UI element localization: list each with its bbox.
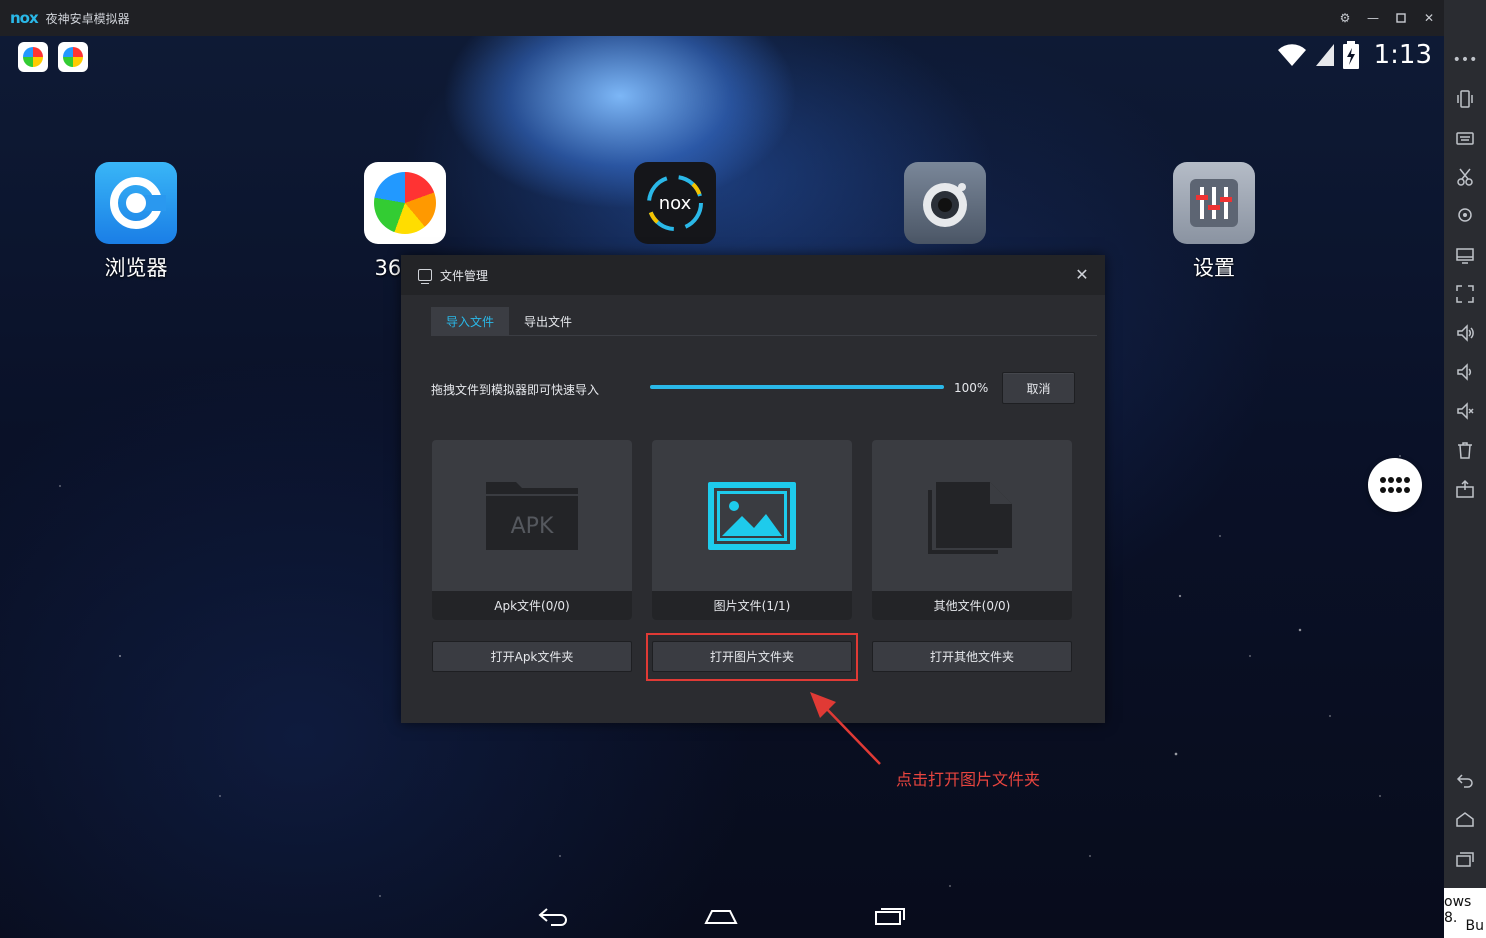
notification-360-icon[interactable] <box>58 42 88 72</box>
open-apk-folder-button[interactable]: 打开Apk文件夹 <box>432 641 632 672</box>
dialog-tabs: 导入文件 导出文件 <box>431 307 587 335</box>
app-label: 设置 <box>1193 256 1235 280</box>
image-icon <box>652 440 852 591</box>
image-files-card[interactable]: 图片文件(1/1) <box>652 440 852 620</box>
card-label: Apk文件(0/0) <box>432 591 632 620</box>
back-icon[interactable] <box>1452 768 1478 794</box>
signal-icon <box>1315 44 1334 66</box>
360-store-icon <box>364 162 446 244</box>
notification-icons <box>18 42 88 72</box>
open-other-folder-button[interactable]: 打开其他文件夹 <box>872 641 1072 672</box>
back-nav-icon[interactable] <box>533 902 573 930</box>
keyboard-icon[interactable] <box>1452 125 1478 151</box>
card-label: 图片文件(1/1) <box>652 591 852 620</box>
apk-files-card[interactable]: APK Apk文件(0/0) <box>432 440 632 620</box>
tab-export[interactable]: 导出文件 <box>509 307 587 335</box>
window-title: 夜神安卓模拟器 <box>45 11 130 26</box>
emulator-window: nox 夜神安卓模拟器 ⚙ — ✕ 1:13 浏览器 nox 设置 ••• ow… <box>0 0 1486 938</box>
notification-360-icon[interactable] <box>18 42 48 72</box>
dots-menu-icon <box>1380 477 1410 493</box>
drag-hint-text: 拖拽文件到模拟器即可快速导入 <box>431 383 600 397</box>
app-label: 浏览器 <box>104 256 168 280</box>
app-nox[interactable]: nox <box>625 162 725 252</box>
volume-up-icon[interactable] <box>1452 320 1478 346</box>
trash-icon[interactable] <box>1452 437 1478 463</box>
more-options-icon[interactable]: ••• <box>1444 48 1486 72</box>
android-nav-bar <box>0 894 1444 938</box>
annotation-text: 点击打开图片文件夹 <box>896 770 1041 789</box>
app-browser[interactable]: 浏览器 <box>86 162 186 282</box>
mute-icon[interactable] <box>1452 398 1478 424</box>
shake-icon[interactable] <box>1452 86 1478 112</box>
window-controls: ⚙ — ✕ <box>1338 0 1436 36</box>
location-icon[interactable] <box>1452 203 1478 229</box>
floating-menu-button[interactable] <box>1368 458 1422 512</box>
cancel-button[interactable]: 取消 <box>1002 372 1075 404</box>
card-label: 其他文件(0/0) <box>872 591 1072 620</box>
close-window-icon[interactable]: ✕ <box>1422 11 1436 25</box>
tab-divider <box>431 335 1097 336</box>
tool-sidebar: ••• <box>1444 0 1486 938</box>
volume-down-icon[interactable] <box>1452 359 1478 385</box>
svg-text:nox: nox <box>659 193 692 214</box>
scissors-icon[interactable] <box>1452 164 1478 190</box>
app-settings[interactable]: 设置 <box>1164 162 1264 282</box>
recent-apps-nav-icon[interactable] <box>870 902 910 930</box>
settings-app-icon <box>1173 162 1255 244</box>
taskbar-text: Bu <box>1465 918 1484 934</box>
home-nav-icon[interactable] <box>701 902 741 930</box>
clock: 1:13 <box>1373 40 1432 70</box>
battery-charging-icon <box>1342 41 1359 69</box>
apk-folder-icon: APK <box>432 440 632 591</box>
browser-icon <box>95 162 177 244</box>
camera-icon <box>904 162 986 244</box>
fullscreen-icon[interactable] <box>1452 281 1478 307</box>
other-files-card[interactable]: 其他文件(0/0) <box>872 440 1072 620</box>
import-progress-bar <box>650 385 944 389</box>
home-icon[interactable] <box>1452 807 1478 833</box>
background-taskbar-fragment: ows 8. Bu <box>1444 888 1486 938</box>
annotation-arrow-icon <box>810 692 881 765</box>
svg-text:APK: APK <box>511 514 554 539</box>
nox-app-icon: nox <box>634 162 716 244</box>
app-camera[interactable] <box>895 162 995 252</box>
minimize-icon[interactable]: — <box>1366 11 1380 25</box>
monitor-icon <box>418 269 432 284</box>
wifi-icon <box>1277 44 1306 66</box>
dialog-close-icon[interactable]: ✕ <box>1073 266 1091 284</box>
tab-import[interactable]: 导入文件 <box>431 307 510 335</box>
document-icon <box>872 440 1072 591</box>
dialog-title: 文件管理 <box>440 268 489 283</box>
maximize-icon[interactable] <box>1394 11 1408 25</box>
settings-gear-icon[interactable]: ⚙ <box>1338 11 1352 25</box>
progress-percent: 100% <box>954 381 989 395</box>
progress-fill <box>650 385 944 389</box>
screen-icon[interactable] <box>1452 242 1478 268</box>
highlight-box <box>646 633 858 681</box>
title-bar: nox 夜神安卓模拟器 ⚙ — ✕ <box>0 0 1444 36</box>
apk-install-icon[interactable] <box>1452 476 1478 502</box>
recent-apps-icon[interactable] <box>1452 846 1478 872</box>
nox-logo: nox <box>10 9 39 27</box>
status-bar: 1:13 <box>1276 40 1432 70</box>
dialog-header: 文件管理 ✕ <box>401 255 1105 295</box>
